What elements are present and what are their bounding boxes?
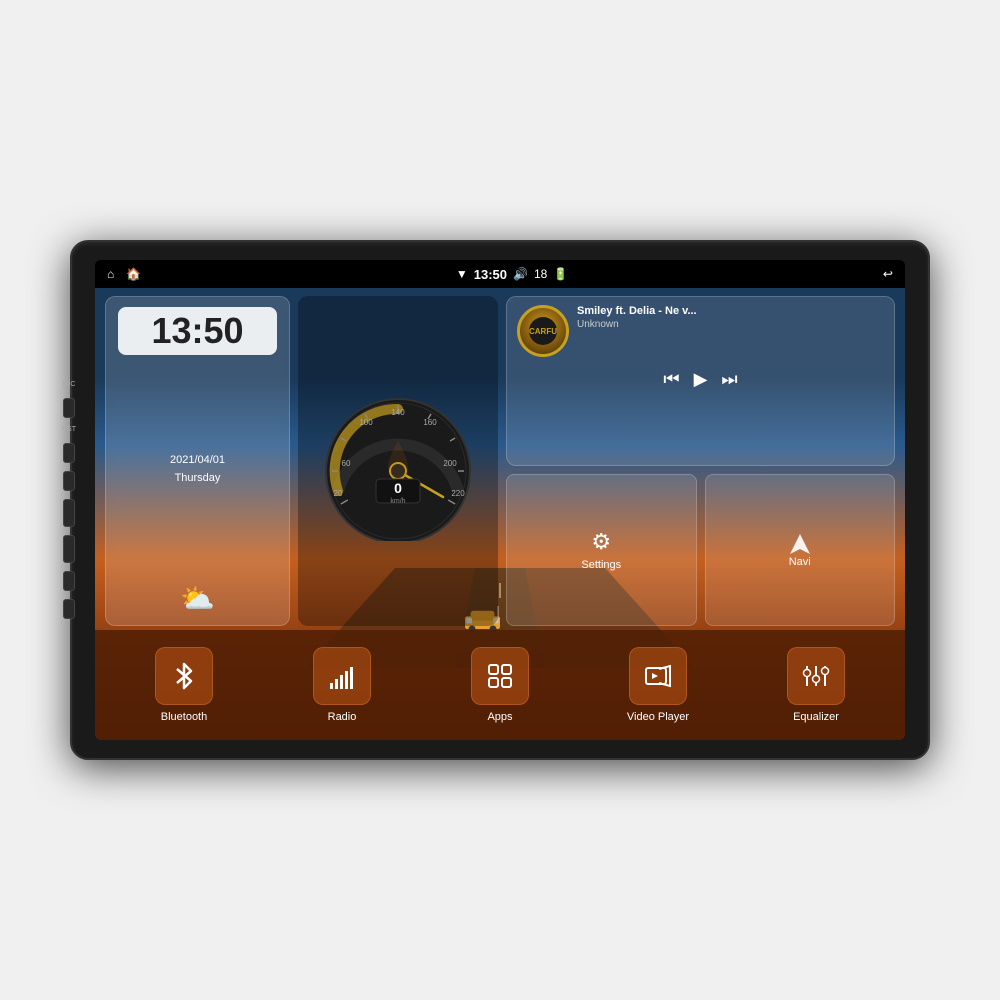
volume-icon: 🔊 — [513, 267, 528, 281]
rst-button[interactable] — [63, 443, 75, 463]
radio-icon-wrap — [313, 647, 371, 705]
settings-icon: ⚙ — [591, 529, 611, 555]
settings-navi-row: ⚙ Settings Navi — [506, 474, 895, 626]
side-buttons: MIC RST — [62, 381, 76, 619]
svg-text:200: 200 — [443, 459, 457, 468]
equalizer-icon-wrap — [787, 647, 845, 705]
music-title: Smiley ft. Delia - Ne v... — [577, 305, 884, 317]
bluetooth-button[interactable]: Bluetooth — [105, 647, 263, 723]
svg-text:0: 0 — [394, 480, 402, 496]
svg-text:100: 100 — [359, 418, 373, 427]
music-artist: Unknown — [577, 319, 884, 330]
play-button[interactable]: ▶ — [694, 369, 708, 390]
speedometer-widget: 20 60 100 140 160 200 220 0 km/h — [298, 296, 498, 626]
apps-label: Apps — [487, 711, 512, 723]
back-button[interactable] — [63, 535, 75, 563]
apps-icon-wrap — [471, 647, 529, 705]
music-info-row: CARFU Smiley ft. Delia - Ne v... Unknown — [517, 305, 884, 357]
prev-button[interactable]: ⏮ — [663, 369, 679, 390]
equalizer-button[interactable]: Equalizer — [737, 647, 895, 723]
music-widget: CARFU Smiley ft. Delia - Ne v... Unknown… — [506, 296, 895, 466]
equalizer-label: Equalizer — [793, 711, 839, 723]
bottom-bar: Bluetooth Radio — [95, 630, 905, 740]
vol-up-button[interactable] — [63, 571, 75, 591]
clock-widget: 13:50 2021/04/01 Thursday ⛅ — [105, 296, 290, 626]
svg-text:140: 140 — [391, 408, 405, 417]
settings-label: Settings — [581, 559, 621, 571]
main-content: 13:50 2021/04/01 Thursday ⛅ — [95, 288, 905, 740]
equalizer-icon — [801, 661, 831, 691]
power-button[interactable] — [63, 471, 75, 491]
album-art: CARFU — [517, 305, 569, 357]
weather-icon: ⛅ — [118, 582, 277, 615]
svg-text:20: 20 — [334, 489, 343, 498]
clock-date: 2021/04/01 Thursday — [118, 452, 277, 487]
navi-label: Navi — [789, 556, 811, 568]
svg-text:km/h: km/h — [390, 498, 405, 505]
back-icon[interactable]: ↩ — [883, 267, 893, 281]
home-button[interactable] — [63, 499, 75, 527]
mic-button[interactable] — [63, 398, 75, 418]
video-player-button[interactable]: Video Player — [579, 647, 737, 723]
house-icon[interactable]: 🏠 — [126, 267, 141, 281]
video-icon-wrap — [629, 647, 687, 705]
bluetooth-label: Bluetooth — [161, 711, 207, 723]
home-icon[interactable]: ⌂ — [107, 267, 114, 281]
video-player-icon — [643, 661, 673, 691]
svg-text:160: 160 — [423, 418, 437, 427]
navi-icon — [788, 532, 812, 556]
album-logo: CARFU — [529, 327, 557, 336]
next-button[interactable]: ⏭ — [721, 369, 737, 390]
clock-display: 13:50 — [118, 307, 277, 355]
mic-label: MIC — [63, 381, 76, 388]
music-metadata: Smiley ft. Delia - Ne v... Unknown — [577, 305, 884, 357]
car-head-unit: MIC RST ⌂ 🏠 ▼ 13:50 🔊 18 🔋 ↩ — [70, 240, 930, 760]
apps-icon — [485, 661, 515, 691]
clock-time: 13:50 — [126, 313, 269, 349]
rst-label: RST — [62, 426, 76, 433]
settings-tile[interactable]: ⚙ Settings — [506, 474, 697, 626]
status-time: 13:50 — [474, 267, 507, 282]
screen: ⌂ 🏠 ▼ 13:50 🔊 18 🔋 ↩ — [95, 260, 905, 740]
apps-button[interactable]: Apps — [421, 647, 579, 723]
battery-icon: 🔋 — [553, 267, 568, 281]
status-bar: ⌂ 🏠 ▼ 13:50 🔊 18 🔋 ↩ — [95, 260, 905, 288]
volume-level: 18 — [534, 267, 547, 281]
bluetooth-icon-wrap — [155, 647, 213, 705]
vol-down-button[interactable] — [63, 599, 75, 619]
svg-text:220: 220 — [451, 489, 465, 498]
wifi-icon: ▼ — [456, 267, 468, 281]
svg-text:60: 60 — [342, 459, 351, 468]
top-section: 13:50 2021/04/01 Thursday ⛅ — [95, 288, 905, 630]
radio-icon — [327, 661, 357, 691]
right-column: CARFU Smiley ft. Delia - Ne v... Unknown… — [506, 296, 895, 626]
navi-tile[interactable]: Navi — [705, 474, 896, 626]
album-inner: CARFU — [529, 317, 557, 345]
bluetooth-icon — [169, 661, 199, 691]
radio-label: Radio — [328, 711, 357, 723]
radio-button[interactable]: Radio — [263, 647, 421, 723]
music-controls: ⏮ ▶ ⏭ — [517, 369, 884, 390]
video-player-label: Video Player — [627, 711, 689, 723]
